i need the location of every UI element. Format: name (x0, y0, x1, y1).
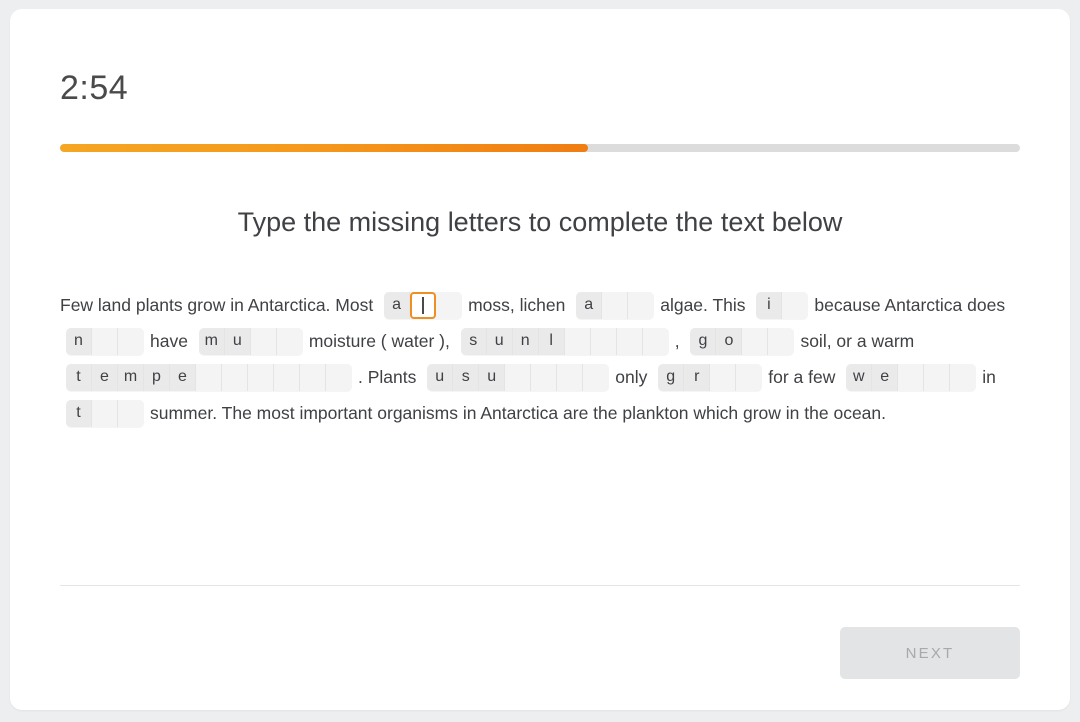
progress-bar-fill (60, 144, 588, 152)
letter-cell-empty[interactable] (92, 327, 118, 355)
letter-cell-empty[interactable] (222, 363, 248, 391)
progress-bar-track (60, 144, 1020, 152)
letter-cell-empty[interactable] (710, 363, 737, 391)
letter-blank-group[interactable]: mu (198, 327, 303, 355)
exercise-text-run: algae. This (660, 295, 746, 315)
letter-blank-group[interactable]: we (846, 363, 977, 391)
letter-cell-empty[interactable] (436, 291, 463, 319)
letter-cell-filled[interactable]: t (66, 399, 92, 427)
letter-cell-empty[interactable] (768, 327, 795, 355)
letter-cell-empty[interactable] (602, 291, 629, 319)
letter-cell-filled[interactable]: p (144, 363, 170, 391)
letter-cell-filled[interactable]: u (427, 363, 454, 391)
letter-blank-group[interactable]: a (576, 291, 655, 319)
letter-cell-filled[interactable]: a (576, 291, 603, 319)
letter-cell-empty[interactable] (590, 327, 617, 355)
exercise-card: 2:54 Type the missing letters to complet… (10, 9, 1070, 710)
letter-blank-group[interactable]: a (384, 291, 463, 319)
next-button[interactable]: NEXT (840, 627, 1020, 679)
letter-cell-empty[interactable] (248, 363, 274, 391)
letter-cell-empty[interactable] (564, 327, 591, 355)
letter-cell-empty[interactable] (628, 291, 655, 319)
letter-cell-empty[interactable] (616, 327, 643, 355)
exercise-text-run: for a few (768, 367, 836, 387)
letter-cell-empty[interactable] (118, 399, 144, 427)
letter-cell-filled[interactable]: u (486, 327, 513, 355)
letter-blank-group[interactable]: usu (427, 363, 610, 391)
countdown-timer: 2:54 (60, 69, 129, 107)
letter-cell-filled[interactable]: i (756, 291, 783, 319)
letter-cell-empty[interactable] (505, 363, 532, 391)
letter-cell-filled[interactable]: o (716, 327, 743, 355)
letter-cell-active[interactable] (410, 291, 437, 319)
letter-blank-group[interactable]: sunl (460, 327, 669, 355)
exercise-text: Few land plants grow in Antarctica. Most… (60, 287, 1020, 431)
letter-cell-filled[interactable]: n (66, 327, 92, 355)
letter-cell-empty[interactable] (950, 363, 977, 391)
exercise-text-run: Few land plants grow in Antarctica. Most (60, 295, 374, 315)
letter-blank-group[interactable]: go (690, 327, 795, 355)
letter-cell-filled[interactable]: n (512, 327, 539, 355)
letter-blank-group[interactable]: n (66, 327, 144, 355)
letter-blank-group[interactable]: i (756, 291, 809, 319)
text-caret (422, 296, 424, 314)
letter-cell-filled[interactable]: u (224, 327, 251, 355)
exercise-text-run: moss, lichen (468, 295, 566, 315)
letter-cell-filled[interactable]: a (384, 291, 411, 319)
letter-cell-filled[interactable]: e (92, 363, 118, 391)
letter-cell-filled[interactable]: s (460, 327, 487, 355)
exercise-text-run: summer. The most important organisms in … (150, 403, 887, 423)
letter-cell-empty[interactable] (531, 363, 558, 391)
letter-cell-empty[interactable] (742, 327, 769, 355)
exercise-text-run: because Antarctica does (814, 295, 1006, 315)
letter-cell-empty[interactable] (196, 363, 222, 391)
exercise-text-run: , (674, 331, 680, 351)
letter-blank-group[interactable]: t (66, 399, 144, 427)
letter-cell-filled[interactable]: l (538, 327, 565, 355)
letter-cell-empty[interactable] (736, 363, 763, 391)
letter-cell-empty[interactable] (326, 363, 352, 391)
letter-cell-filled[interactable]: g (690, 327, 717, 355)
page-title: Type the missing letters to complete the… (237, 207, 843, 237)
letter-cell-empty[interactable] (924, 363, 951, 391)
letter-blank-group[interactable]: gr (658, 363, 763, 391)
letter-cell-empty[interactable] (898, 363, 925, 391)
letter-blank-group[interactable]: tempe (66, 363, 352, 391)
footer-divider (60, 585, 1020, 586)
letter-cell-filled[interactable]: s (453, 363, 480, 391)
letter-cell-empty[interactable] (782, 291, 809, 319)
card-inner: 2:54 Type the missing letters to complet… (60, 9, 1020, 710)
letter-cell-empty[interactable] (274, 363, 300, 391)
letter-cell-filled[interactable]: r (684, 363, 711, 391)
letter-cell-filled[interactable]: u (479, 363, 506, 391)
exercise-text-run: in (982, 367, 996, 387)
letter-cell-empty[interactable] (557, 363, 584, 391)
letter-cell-empty[interactable] (276, 327, 303, 355)
letter-cell-filled[interactable]: e (170, 363, 196, 391)
letter-cell-empty[interactable] (118, 327, 144, 355)
exercise-text-run: have (150, 331, 188, 351)
letter-cell-empty[interactable] (92, 399, 118, 427)
letter-cell-filled[interactable]: m (198, 327, 225, 355)
exercise-text-run: soil, or a warm (800, 331, 915, 351)
letter-cell-filled[interactable]: g (658, 363, 685, 391)
letter-cell-empty[interactable] (250, 327, 277, 355)
exercise-text-run: only (615, 367, 648, 387)
letter-cell-empty[interactable] (583, 363, 610, 391)
exercise-text-run: . Plants (358, 367, 417, 387)
letter-cell-filled[interactable]: w (846, 363, 873, 391)
exercise-text-run: moisture ( water ), (308, 331, 450, 351)
letter-cell-empty[interactable] (642, 327, 669, 355)
letter-cell-filled[interactable]: t (66, 363, 92, 391)
letter-cell-empty[interactable] (300, 363, 326, 391)
page-background: 2:54 Type the missing letters to complet… (0, 0, 1080, 722)
letter-cell-filled[interactable]: e (872, 363, 899, 391)
letter-cell-filled[interactable]: m (118, 363, 144, 391)
